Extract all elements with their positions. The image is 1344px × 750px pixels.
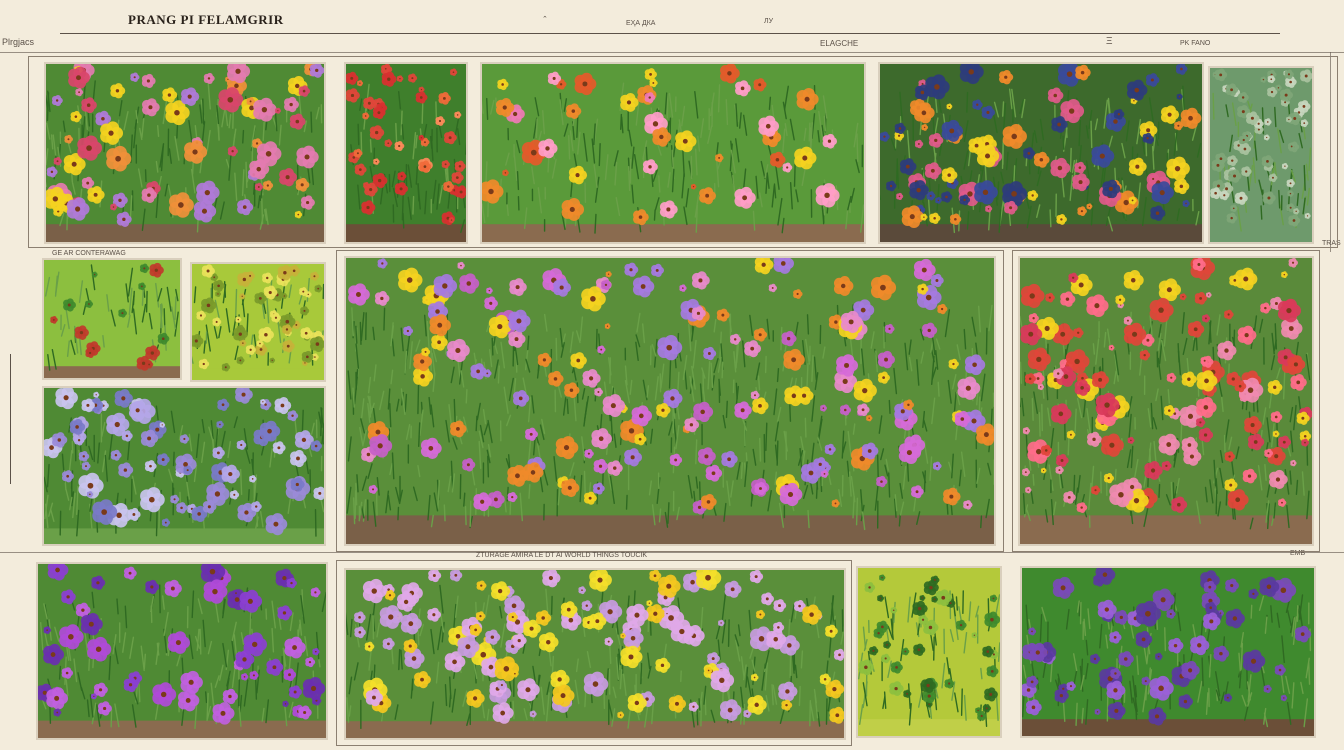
panel-pink-red-field bbox=[1018, 256, 1314, 546]
flower-bed-illustration bbox=[46, 64, 324, 242]
flower-bed-illustration bbox=[880, 64, 1202, 242]
flower-bed-illustration bbox=[482, 64, 864, 242]
panel-lavender-hedge bbox=[42, 386, 326, 546]
flower-bloom bbox=[1300, 69, 1312, 83]
flower-bed-illustration bbox=[44, 388, 324, 544]
flower-bed-illustration bbox=[858, 568, 1000, 736]
marginal-mark-mid-right: TRAS bbox=[1322, 240, 1341, 247]
flower-bed-illustration bbox=[38, 564, 326, 738]
flower-bed-illustration bbox=[44, 260, 180, 378]
page-title: PRANG PI FELAMGRIR bbox=[128, 12, 284, 27]
flower-bloom bbox=[454, 185, 466, 199]
flower-bloom bbox=[309, 336, 324, 353]
marginal-mark-bottom-mid: ZTURAGE AMIRA LE DT AI WORLD THINGS TOUC… bbox=[476, 552, 648, 559]
flower-bed-illustration bbox=[192, 264, 324, 380]
marginal-mark-mid-left: GE AR CONTERAWAG bbox=[52, 250, 126, 257]
marginal-mark-a: ⌃ bbox=[542, 16, 548, 23]
flower-bed-illustration bbox=[1020, 258, 1312, 544]
panel-yellow-blue-bed bbox=[878, 62, 1204, 244]
panel-green-ball-shrub bbox=[856, 566, 1002, 738]
panel-pink-orange-tall bbox=[480, 62, 866, 244]
panel-purple-iris bbox=[36, 562, 328, 740]
flower-bloom bbox=[833, 648, 844, 661]
panel-gray-green-groundcover bbox=[1208, 66, 1314, 244]
marginal-mark-e: Ξ bbox=[1106, 36, 1113, 47]
marginal-mark-c: ЛУ bbox=[764, 18, 774, 25]
flower-bloom bbox=[976, 423, 994, 446]
top-rule bbox=[60, 33, 1280, 34]
marginal-mark-d: ELAGCHE bbox=[820, 39, 859, 48]
panel-shrub bbox=[42, 258, 182, 380]
left-margin-rule bbox=[10, 354, 11, 484]
panel-violet-groundcover bbox=[1020, 566, 1316, 738]
panel-red-orange-flowers bbox=[344, 62, 468, 244]
panel-pink-purple-meadow bbox=[344, 256, 996, 546]
panel-yellow-mums bbox=[344, 568, 846, 740]
flower-bed-illustration bbox=[1210, 68, 1312, 242]
flower-bed-illustration bbox=[346, 64, 466, 242]
marginal-mark-b: ЕҲА ДКА bbox=[626, 20, 656, 27]
marginal-label-top-left: Plrgjacs bbox=[2, 37, 35, 47]
bottom-rule bbox=[0, 552, 1344, 553]
panel-pink-red-yellow-bed bbox=[44, 62, 326, 244]
marginal-mark-f: PK FANO bbox=[1180, 40, 1211, 47]
flower-bed-illustration bbox=[346, 258, 994, 544]
right-margin-rule bbox=[1330, 52, 1331, 252]
panel-yellow-green-groundcover bbox=[190, 262, 326, 382]
flower-bed-illustration bbox=[1022, 568, 1314, 736]
flower-bed-illustration bbox=[346, 570, 844, 738]
flower-bloom bbox=[313, 486, 324, 501]
header-rule bbox=[0, 52, 1344, 53]
flower-bloom bbox=[829, 706, 844, 724]
